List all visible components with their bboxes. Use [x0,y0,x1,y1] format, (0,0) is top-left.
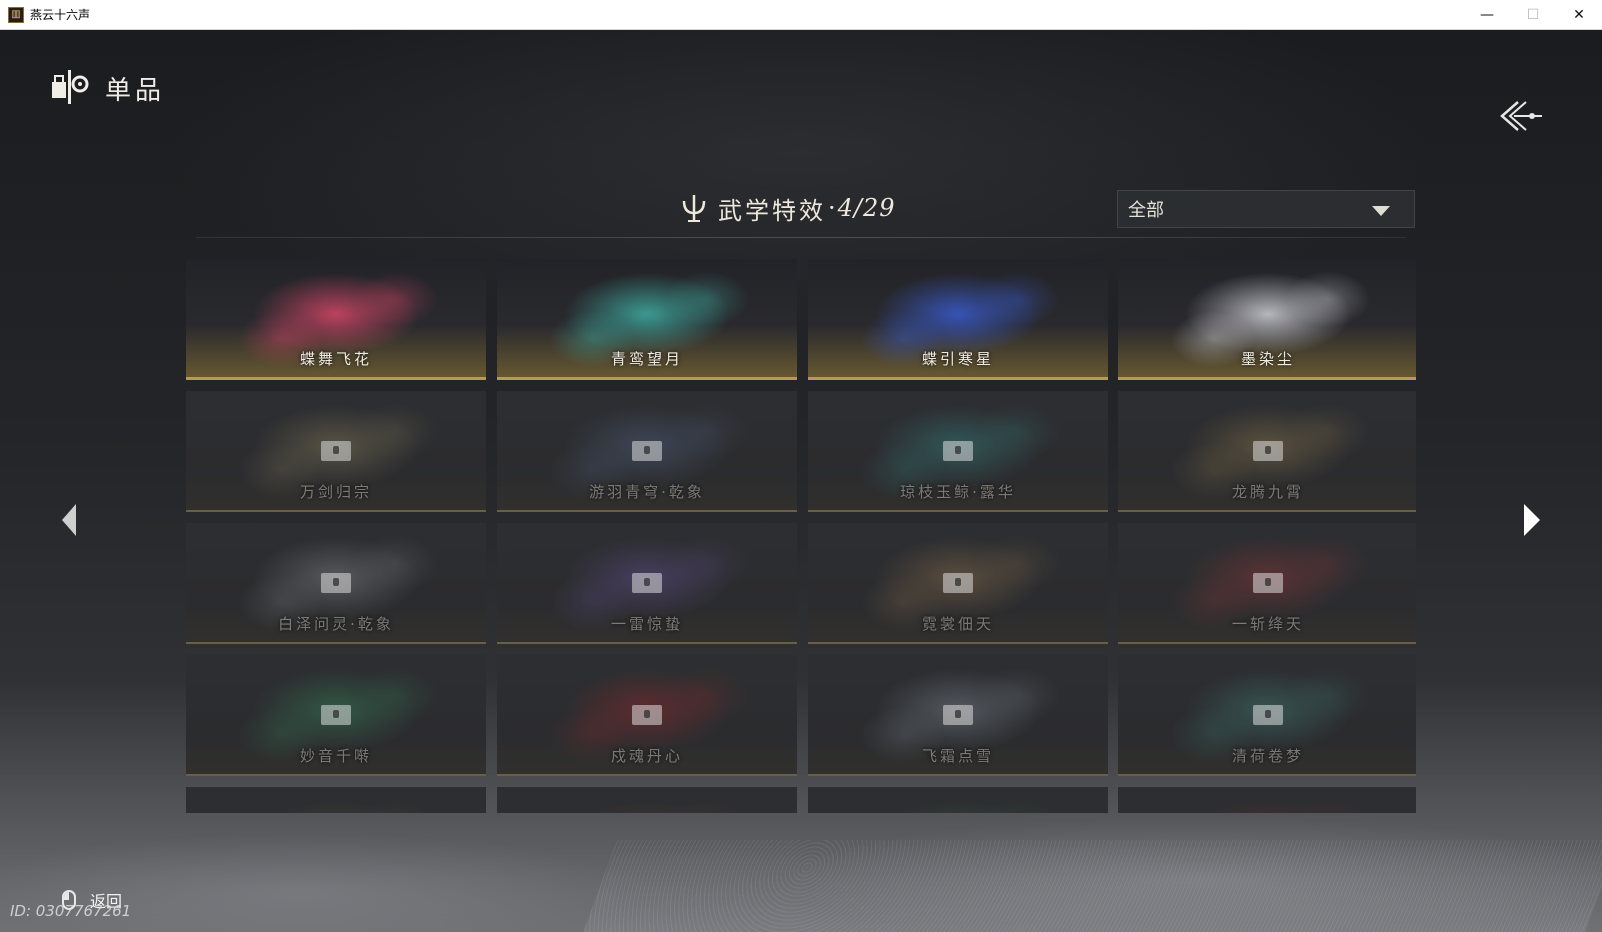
chevron-down-icon [1372,206,1390,216]
game-window: ▥ 燕云十六声 — ☐ ✕ 单品 武学特效 · 4/29 全部 蝶舞飞花 青鸾望… [0,0,1602,932]
effect-card-label: 龙腾九霄 [1231,483,1304,501]
effect-card-label: 蝶舞飞花 [299,350,372,368]
effect-card[interactable]: 一斩绛天 [1118,523,1416,644]
section-title: 武学特效 [718,196,826,225]
section-heading: 武学特效 · 4/29 [680,188,896,228]
lock-icon [632,573,662,593]
lock-icon [321,573,351,593]
lock-icon [943,441,973,461]
effects-grid: 蝶舞飞花 青鸾望月 蝶引寒星 墨染尘万剑归宗 游羽青穹·乾象 琼枝玉鲸·露华 龙腾九霄白泽问… [186,259,1416,841]
minimize-button[interactable]: — [1464,0,1510,30]
lock-icon [1253,705,1283,725]
effect-card[interactable]: 万剑归宗 [186,391,486,512]
maximize-button[interactable]: ☐ [1510,0,1556,30]
effect-card-label: 一雷惊蛰 [610,615,683,633]
snow-ground-backdrop [583,840,1602,932]
effect-card-label: 琼枝玉鲸·露华 [900,483,1016,501]
effect-card-label: 妙音千啭 [299,747,372,765]
arrow-left-icon[interactable] [58,500,82,540]
effect-card-label: 蝶引寒星 [921,350,994,368]
app-icon: ▥ [8,6,24,23]
window-controls: — ☐ ✕ [1464,0,1602,30]
effect-card[interactable]: 游羽青穹·乾象 [497,391,797,512]
effect-card[interactable]: 蝶舞飞花 [186,259,486,380]
effect-card-label: 万剑归宗 [299,483,372,501]
collection-icon [52,70,89,104]
filter-dropdown[interactable]: 全部 [1117,190,1415,228]
page-title: 单品 [105,76,166,106]
effect-card[interactable]: 霓裳佃天 [808,523,1108,644]
lock-icon [1253,573,1283,593]
effect-card-label: 游羽青穹·乾象 [589,483,705,501]
effect-card[interactable] [1118,787,1416,813]
filter-selected: 全部 [1128,200,1164,221]
section-divider [196,237,1406,238]
effect-artwork [1118,787,1416,813]
lock-icon [632,441,662,461]
effect-artwork [808,787,1108,813]
effect-card-label: 霓裳佃天 [921,615,994,633]
effect-card[interactable] [186,787,486,813]
effect-card[interactable]: 飞霜点雪 [808,655,1108,776]
lock-icon [321,441,351,461]
section-separator: · [828,194,836,222]
back-arrow-icon[interactable] [1496,96,1546,136]
collection-count: 4/29 [837,194,896,222]
effect-card[interactable]: 青鸾望月 [497,259,797,380]
lock-icon [943,573,973,593]
effect-card-label: 青鸾望月 [610,350,683,368]
effect-card[interactable] [808,787,1108,813]
effect-card-label: 一斩绛天 [1231,615,1304,633]
effect-card-label: 清荷卷梦 [1231,747,1304,765]
trident-icon [682,195,706,222]
lock-icon [943,705,973,725]
effect-card[interactable]: 墨染尘 [1118,259,1416,380]
effect-card[interactable]: 清荷卷梦 [1118,655,1416,776]
effect-card[interactable]: 白泽问灵·乾象 [186,523,486,644]
effect-card[interactable]: 戍魂丹心 [497,655,797,776]
player-id: ID: 0307767261 [10,902,132,920]
window-title: 燕云十六声 [30,8,91,22]
arrow-right-icon[interactable] [1520,500,1544,540]
effect-card[interactable]: 蝶引寒星 [808,259,1108,380]
title-bar: ▥ 燕云十六声 — ☐ ✕ [0,0,1602,30]
game-viewport: 单品 武学特效 · 4/29 全部 蝶舞飞花 青鸾望月 蝶引寒星 墨染尘万剑归宗 游羽青… [0,30,1602,932]
effect-artwork [186,787,486,813]
effect-card[interactable]: 琼枝玉鲸·露华 [808,391,1108,512]
effect-card[interactable]: 龙腾九霄 [1118,391,1416,512]
effect-card[interactable] [497,787,797,813]
effect-card-label: 飞霜点雪 [921,747,994,765]
effect-card-label: 白泽问灵·乾象 [278,615,394,633]
effect-card[interactable]: 妙音千啭 [186,655,486,776]
lock-icon [632,705,662,725]
lock-icon [1253,441,1283,461]
effect-card[interactable]: 一雷惊蛰 [497,523,797,644]
effect-card-label: 墨染尘 [1240,350,1295,368]
lock-icon [321,705,351,725]
close-button[interactable]: ✕ [1556,0,1602,30]
effect-artwork [497,787,797,813]
effect-card-label: 戍魂丹心 [610,747,683,765]
